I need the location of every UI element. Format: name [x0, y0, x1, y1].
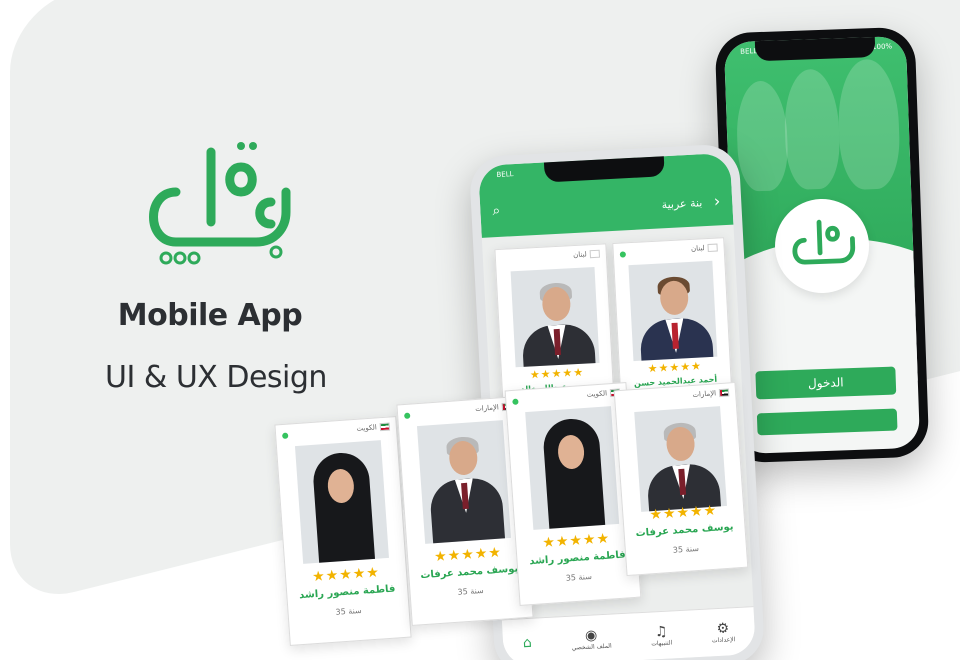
card-photo [294, 440, 389, 564]
card-photo [628, 260, 718, 362]
flag-icon [589, 249, 601, 259]
headline-subtitle: UI & UX Design [105, 360, 327, 395]
online-dot [619, 251, 627, 258]
profile-card[interactable]: الكويت ★★★★★ فاطمة منصور راشد 35 سنة [274, 416, 412, 646]
online-dot [512, 398, 519, 405]
stage: Mobile App UI & UX Design BELL 100% الدخ… [0, 0, 960, 660]
login-button[interactable]: الدخول [755, 366, 897, 400]
login-screen: BELL 100% الدخول [723, 35, 921, 455]
online-dot [404, 412, 411, 420]
card-age: 35 سنة [457, 585, 484, 597]
logo-mark-icon [792, 219, 856, 265]
phone-notch [754, 37, 876, 62]
header-title: بنة عربية [661, 196, 703, 212]
card-photo [416, 420, 511, 544]
card-photo [510, 266, 600, 368]
list-card[interactable]: لبنان ★★★★★ أحمد عبدالحميد حسن [612, 237, 732, 393]
user-icon: ◉ [584, 627, 598, 644]
gear-icon: ⚙ [716, 620, 730, 638]
bottom-nav: ⌂ ◉ الملف الشخصي ♫ التنبيهات ⚙ الإعدادات [501, 606, 756, 660]
card-photo [525, 406, 620, 530]
carrier-label: BELL [496, 170, 514, 179]
card-age: 35 سنة [335, 605, 362, 617]
profile-card[interactable]: الإمارات ★★★★★ يوسف محمد عرفات 35 سنة [613, 381, 749, 577]
online-dot [282, 432, 289, 440]
uae-flag-icon [718, 388, 730, 398]
nav-notifications[interactable]: ♫ التنبيهات [650, 623, 672, 648]
card-photo [634, 406, 727, 512]
card-country: لبنان [573, 249, 601, 259]
home-icon: ⌂ [522, 634, 533, 651]
headline-title: Mobile App [117, 298, 303, 333]
card-age: 35 سنة [672, 543, 700, 555]
list-card[interactable]: لبنان ★★★★★ محمود عبدالله خالد [494, 243, 615, 399]
card-country: لبنان [691, 243, 718, 253]
nav-home[interactable]: ⌂ [522, 634, 532, 650]
secondary-button[interactable] [756, 408, 898, 436]
search-icon[interactable]: ⌕ [492, 203, 501, 219]
kuwait-flag-icon [379, 422, 391, 432]
card-country: الإمارات [692, 388, 730, 399]
bell-icon: ♫ [654, 623, 668, 641]
nav-profile[interactable]: ◉ الملف الشخصي [571, 627, 612, 651]
nav-settings[interactable]: ⚙ الإعدادات [711, 620, 736, 644]
app-logo [149, 142, 291, 265]
flag-icon [707, 243, 718, 253]
card-age: 35 سنة [565, 571, 593, 583]
card-country: الكويت [356, 422, 391, 433]
chevron-right-icon[interactable]: › [713, 191, 720, 210]
